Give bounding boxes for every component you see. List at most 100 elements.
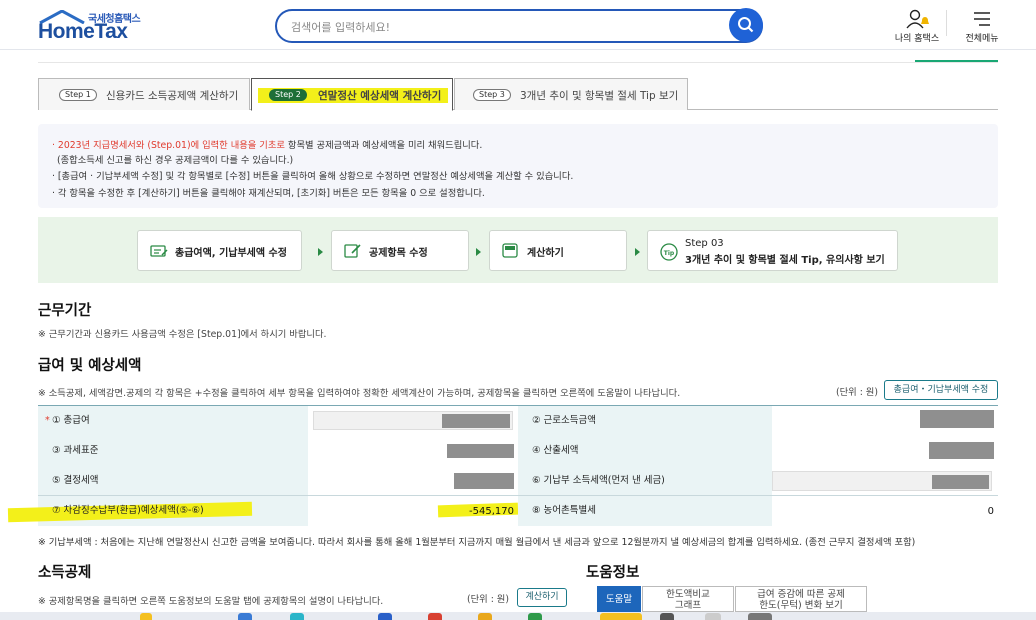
calculate-step-label: 계산하기 (527, 248, 564, 259)
step-arrow-3 (635, 248, 640, 256)
tax-base-label[interactable]: ③ 과세표준 (38, 436, 308, 466)
full-menu-label: 전체메뉴 (965, 34, 999, 44)
refund-estimate-value: -545,170 (308, 496, 519, 526)
redacted-value (929, 442, 994, 459)
deduction-edit-icon (344, 244, 361, 258)
refund-estimate-text: ⑦ 차감징수납부(환급)예상세액(⑤-⑥) (52, 505, 204, 516)
notice-red-text: 2023년 지급명세서와 (Step.01)에 입력한 내용을 기초로 (57, 140, 285, 151)
total-salary-label[interactable]: * ① 총급여 (38, 406, 308, 436)
total-salary-text: ① 총급여 (52, 415, 90, 426)
step-arrow-2 (476, 248, 481, 256)
edit-deduction-step-label: 공제항목 수정 (369, 248, 428, 259)
tab-step1[interactable]: Step 1 신용카드 소득공제액 계산하기 (38, 78, 250, 110)
hometax-logo[interactable]: 국세청홈택스 HomeTax (38, 8, 148, 44)
determined-tax-value (308, 466, 518, 496)
refund-estimate-amount: -545,170 (469, 506, 514, 517)
row-divider (38, 495, 998, 496)
tip-icon: Tip (660, 243, 678, 261)
rural-tax-label[interactable]: ⑧ 농어촌특별세 (518, 496, 772, 526)
income-deduction-title: 소득공제 (38, 565, 92, 581)
top-divider (38, 62, 998, 63)
taskbar-app-icon[interactable] (600, 613, 642, 620)
hamburger-icon (974, 12, 990, 26)
taskbar-app-icon[interactable] (290, 613, 304, 620)
notice-line-3-text: [총급여 · 기납부세액 수정] 및 각 항목별로 [수정] 버튼을 클릭하여 … (57, 171, 574, 182)
step3-tips-button[interactable]: Tip Step 03 3개년 추이 및 항목별 절세 Tip, 유의사항 보기 (647, 230, 898, 271)
tab-salary-change-line2: 한도(무턱) 변화 보기 (759, 600, 843, 611)
salary-title: 급여 및 예상세액 (38, 358, 142, 374)
edit-salary-step-label: 총급여액, 기납부세액 수정 (175, 248, 287, 259)
determined-tax-label[interactable]: ⑤ 결정세액 (38, 466, 308, 496)
svg-text:Tip: Tip (664, 250, 675, 257)
tab-salary-change[interactable]: 급여 증감에 따른 공제 한도(무턱) 변화 보기 (735, 586, 867, 612)
tab-limit-compare-line1: 한도액비교 (666, 589, 710, 600)
taskbar-app-icon[interactable] (140, 613, 152, 620)
tab-limit-compare[interactable]: 한도액비교 그래프 (642, 586, 734, 612)
prepaid-footnote: ※ 기납부세액 : 처음에는 지난해 연말정산시 신고한 금액을 보여줍니다. … (38, 537, 916, 548)
redacted-value (442, 414, 510, 428)
redacted-value (932, 475, 989, 489)
table-row: ③ 과세표준 ④ 산출세액 (38, 436, 998, 466)
help-tabs: 도움말 한도액비교 그래프 급여 증감에 따른 공제 한도(무턱) 변화 보기 (597, 586, 867, 612)
income-deduction-note: ※ 공제항목명을 클릭하면 오른쪽 도움정보의 도움말 탭에 공제항목의 설명이… (38, 596, 384, 607)
rural-tax-amount: 0 (987, 506, 994, 517)
salary-unit: (단위 : 원) (836, 387, 878, 398)
tab-step3-pill: Step 3 (473, 89, 511, 101)
notice-line-4: · 각 항목을 수정한 후 [계산하기] 버튼을 클릭해야 재계산되며, [초기… (52, 188, 485, 199)
notice-line-1: · 2023년 지급명세서와 (Step.01)에 입력한 내용을 기초로 항목… (52, 140, 483, 151)
tab-step3[interactable]: Step 3 3개년 추이 및 항목별 절세 Tip 보기 (454, 78, 688, 110)
taskbar-app-icon[interactable] (378, 613, 392, 620)
taskbar-app-icon[interactable] (238, 613, 252, 620)
tab-step1-label: 신용카드 소득공제액 계산하기 (106, 90, 239, 102)
table-row: ⑦ 차감징수납부(환급)예상세액(⑤-⑥) -545,170 ⑧ 농어촌특별세 … (7, 496, 998, 526)
header: 국세청홈택스 HomeTax 검색어를 입력하세요! 나의 홈택스 전체메뉴 (0, 0, 1036, 50)
help-title: 도움정보 (586, 565, 640, 581)
notice-line-3: · [총급여 · 기납부세액 수정] 및 각 항목별로 [수정] 버튼을 클릭하… (52, 171, 574, 182)
table-row: * ① 총급여 ② 근로소득금액 (38, 406, 998, 436)
redacted-value (454, 473, 514, 489)
redacted-value (920, 410, 994, 428)
refund-estimate-label[interactable]: ⑦ 차감징수납부(환급)예상세액(⑤-⑥) (7, 496, 308, 526)
full-menu-button[interactable]: 전체메뉴 (958, 8, 1006, 44)
taskbar-app-icon[interactable] (705, 613, 721, 620)
salary-edit-icon (150, 245, 168, 257)
table-row: ⑤ 결정세액 ⑥ 기납부 소득세액(먼저 낸 세금) (38, 466, 998, 496)
taskbar-app-icon[interactable] (660, 613, 674, 620)
taskbar-app-icon[interactable] (428, 613, 442, 620)
tab-help[interactable]: 도움말 (597, 586, 641, 612)
salary-note: ※ 소득공제, 세액감면.공제의 각 항목은 +수정을 클릭하여 세부 항목을 … (38, 388, 681, 399)
step3-label-top: Step 03 (685, 238, 724, 249)
prepaid-tax-label[interactable]: ⑥ 기납부 소득세액(먼저 낸 세금) (518, 466, 772, 496)
tab-step2[interactable]: Step 2 연말정산 예상세액 계산하기 (251, 78, 453, 111)
notice-box: · 2023년 지급명세서와 (Step.01)에 입력한 내용을 기초로 항목… (38, 124, 998, 208)
rural-tax-value: 0 (772, 496, 998, 526)
my-hometax-button[interactable]: 나의 홈택스 (893, 8, 941, 44)
search-button[interactable] (729, 8, 763, 42)
tab-step2-label: 연말정산 예상세액 계산하기 (318, 90, 442, 102)
calculated-tax-label[interactable]: ④ 산출세액 (518, 436, 772, 466)
earned-income-label[interactable]: ② 근로소득금액 (518, 406, 772, 436)
taskbar-app-icon[interactable] (748, 613, 772, 620)
earned-income-value (772, 406, 998, 436)
tax-base-value (308, 436, 518, 466)
calculator-icon (502, 243, 518, 258)
calculate-button[interactable]: 계산하기 (517, 588, 567, 607)
search-icon (738, 17, 754, 33)
taskbar (0, 612, 1036, 620)
redacted-value (447, 444, 514, 458)
step-arrow-1 (318, 248, 323, 256)
work-period-title: 근무기간 (38, 303, 92, 319)
search-placeholder: 검색어를 입력하세요! (291, 21, 390, 34)
salary-table: * ① 총급여 ② 근로소득금액 ③ 과세표준 ④ 산출세액 ⑤ 결정세액 ⑥ 기… (7, 405, 998, 526)
step-tabs: Step 1 신용카드 소득공제액 계산하기 Step 2 연말정산 예상세액 … (38, 78, 998, 111)
tab-step2-pill: Step 2 (269, 89, 307, 101)
tab-step1-pill: Step 1 (59, 89, 97, 101)
edit-salary-button[interactable]: 총급여・기납부세액 수정 (884, 380, 998, 400)
edit-deduction-step-button[interactable]: 공제항목 수정 (331, 230, 469, 271)
search-input[interactable]: 검색어를 입력하세요! (275, 9, 763, 43)
taskbar-app-icon[interactable] (478, 613, 492, 620)
taskbar-app-icon[interactable] (528, 613, 542, 620)
required-mark: * (45, 415, 50, 426)
calculate-step-button[interactable]: 계산하기 (489, 230, 627, 271)
edit-salary-step-button[interactable]: 총급여액, 기납부세액 수정 (137, 230, 302, 271)
